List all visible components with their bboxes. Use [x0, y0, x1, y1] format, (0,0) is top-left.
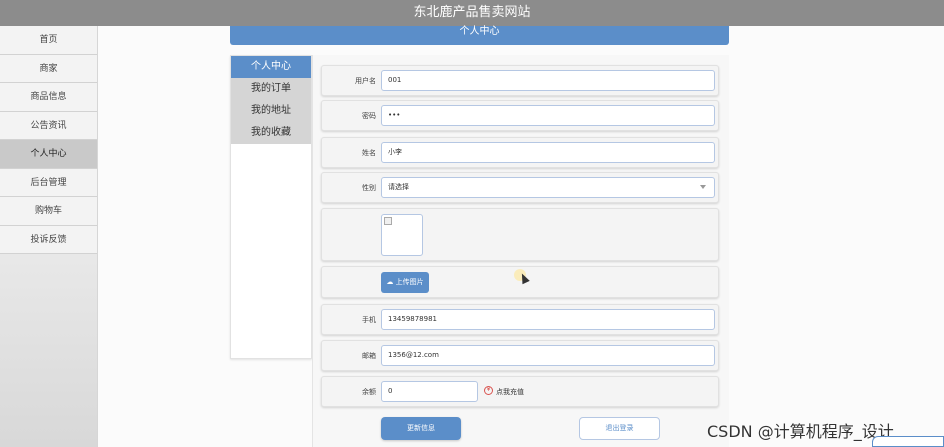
submenu-item-orders[interactable]: 我的订单 — [231, 78, 311, 100]
name-input[interactable]: 小李 — [381, 142, 715, 163]
yen-circle-icon[interactable]: ¥ — [484, 386, 493, 395]
balance-row: 余额 0 ¥ 点我充值 — [321, 376, 719, 407]
submenu-item-addresses[interactable]: 我的地址 — [231, 100, 311, 122]
gender-selected-value: 请选择 — [388, 183, 409, 191]
phone-label: 手机 — [362, 316, 376, 324]
password-label: 密码 — [362, 112, 376, 120]
phone-row: 手机 13459878981 — [321, 304, 719, 335]
nav-item-personal-center[interactable]: 个人中心 — [0, 140, 97, 169]
username-row: 用户名 001 — [321, 65, 719, 96]
nav-item-news[interactable]: 公告资讯 — [0, 111, 97, 140]
left-nav: 首页 商家 商品信息 公告资讯 个人中心 后台管理 购物车 投诉反馈 — [0, 26, 98, 447]
gender-row: 性别 请选择 — [321, 172, 719, 203]
broken-image-icon — [384, 217, 392, 225]
update-info-button[interactable]: 更新信息 — [381, 417, 461, 440]
nav-item-admin[interactable]: 后台管理 — [0, 168, 97, 197]
nav-item-products[interactable]: 商品信息 — [0, 83, 97, 112]
password-input[interactable]: ••• — [381, 105, 715, 126]
site-header: 东北鹿产品售卖网站 — [0, 0, 944, 26]
name-row: 姓名 小李 — [321, 137, 719, 168]
csdn-watermark: CSDN @计算机程序_设计 — [707, 422, 894, 441]
phone-input[interactable]: 13459878981 — [381, 309, 715, 330]
submenu-item-favorites[interactable]: 我的收藏 — [231, 122, 311, 144]
logout-button[interactable]: 退出登录 — [579, 417, 660, 440]
upload-button-label: 上传图片 — [395, 278, 424, 286]
nav-item-feedback[interactable]: 投诉反馈 — [0, 225, 97, 254]
email-input[interactable]: 1356@12.com — [381, 345, 715, 366]
password-row: 密码 ••• — [321, 100, 719, 131]
corner-widget — [872, 436, 944, 447]
chevron-down-icon — [700, 185, 706, 189]
gender-label: 性别 — [362, 184, 376, 192]
balance-label: 余额 — [362, 388, 376, 396]
section-title: 个人中心 — [230, 26, 729, 45]
avatar-preview — [381, 214, 423, 256]
nav-item-merchants[interactable]: 商家 — [0, 54, 97, 83]
nav-item-cart[interactable]: 购物车 — [0, 197, 97, 226]
recharge-link[interactable]: 点我充值 — [496, 387, 524, 397]
email-row: 邮箱 1356@12.com — [321, 340, 719, 371]
name-label: 姓名 — [362, 149, 376, 157]
username-input[interactable]: 001 — [381, 70, 715, 91]
upload-image-button[interactable]: ☁ 上传图片 — [381, 272, 429, 293]
username-label: 用户名 — [355, 77, 376, 85]
gender-select[interactable]: 请选择 — [381, 177, 715, 198]
balance-input[interactable]: 0 — [381, 381, 478, 402]
cloud-upload-icon: ☁ — [386, 278, 394, 286]
nav-item-home[interactable]: 首页 — [0, 26, 97, 55]
avatar-row — [321, 208, 719, 261]
submenu-item-personal-center[interactable]: 个人中心 — [231, 56, 311, 78]
site-title: 东北鹿产品售卖网站 — [413, 5, 531, 20]
email-label: 邮箱 — [362, 352, 376, 360]
personal-submenu: 个人中心 我的订单 我的地址 我的收藏 — [230, 55, 312, 359]
